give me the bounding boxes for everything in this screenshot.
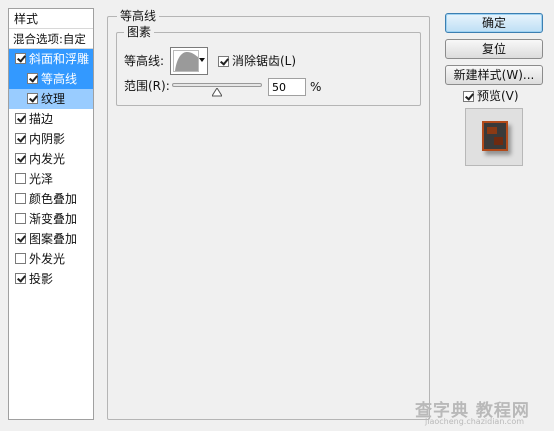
- anti-alias-option[interactable]: 消除锯齿(L): [218, 54, 296, 68]
- style-item-label: 颜色叠加: [29, 192, 78, 206]
- inner-shadow-checkbox[interactable]: [15, 133, 26, 144]
- watermark-url: jiaocheng.chazidian.com: [425, 417, 525, 426]
- stroke-checkbox[interactable]: [15, 113, 26, 124]
- watermark: 查字典 教程网 jiaocheng.chazidian.com: [415, 396, 551, 430]
- style-item-label: 描边: [29, 112, 54, 126]
- preview-option[interactable]: 预览(V): [463, 89, 519, 103]
- style-item-label: 斜面和浮雕: [29, 52, 90, 66]
- preview-swatch: [482, 121, 508, 151]
- contour-group-title: 等高线: [117, 9, 160, 23]
- style-item-label: 内阴影: [29, 132, 66, 146]
- contour-curve-icon: [175, 52, 198, 71]
- elements-group-title: 图素: [124, 25, 155, 39]
- anti-alias-checkbox[interactable]: [218, 56, 229, 67]
- style-item-label: 内发光: [29, 152, 66, 166]
- range-label: 范围(R):: [124, 79, 170, 93]
- blending-options-item[interactable]: 混合选项:自定: [9, 29, 93, 49]
- range-unit: %: [310, 80, 322, 94]
- style-item-contour[interactable]: 等高线: [9, 69, 93, 89]
- texture-checkbox[interactable]: [27, 93, 38, 104]
- style-item-pattern-overlay[interactable]: 图案叠加: [9, 229, 93, 249]
- chevron-down-icon: [199, 58, 205, 62]
- pattern-overlay-checkbox[interactable]: [15, 233, 26, 244]
- range-slider-handle[interactable]: [211, 86, 223, 97]
- style-item-color-overlay[interactable]: 颜色叠加: [9, 189, 93, 209]
- ok-button[interactable]: 确定: [445, 13, 543, 33]
- style-item-stroke[interactable]: 描边: [9, 109, 93, 129]
- style-item-bevel-emboss[interactable]: 斜面和浮雕: [9, 49, 93, 69]
- style-item-label: 图案叠加: [29, 232, 78, 246]
- gradient-overlay-checkbox[interactable]: [15, 213, 26, 224]
- styles-panel: 样式 混合选项:自定 斜面和浮雕 等高线 纹理 描边 内阴影 内发光 光泽 颜色…: [8, 8, 94, 420]
- preview-label: 预览(V): [477, 89, 519, 103]
- style-item-inner-glow[interactable]: 内发光: [9, 149, 93, 169]
- outer-glow-checkbox[interactable]: [15, 253, 26, 264]
- contour-curve-thumbnail: [173, 50, 199, 72]
- style-item-label: 渐变叠加: [29, 212, 78, 226]
- style-item-outer-glow[interactable]: 外发光: [9, 249, 93, 269]
- slider-triangle-icon: [211, 87, 223, 97]
- contour-label: 等高线:: [124, 54, 165, 68]
- style-item-drop-shadow[interactable]: 投影: [9, 269, 93, 289]
- layer-style-dialog: 样式 混合选项:自定 斜面和浮雕 等高线 纹理 描边 内阴影 内发光 光泽 颜色…: [0, 0, 554, 431]
- style-item-inner-shadow[interactable]: 内阴影: [9, 129, 93, 149]
- anti-alias-label: 消除锯齿(L): [232, 54, 297, 68]
- style-item-label: 外发光: [29, 252, 66, 266]
- style-item-label: 光泽: [29, 172, 54, 186]
- range-input[interactable]: [268, 78, 306, 96]
- preview-checkbox[interactable]: [463, 91, 474, 102]
- styles-panel-title: 样式: [9, 9, 93, 29]
- satin-checkbox[interactable]: [15, 173, 26, 184]
- contour-picker[interactable]: [170, 47, 208, 75]
- style-item-label: 纹理: [41, 92, 66, 106]
- color-overlay-checkbox[interactable]: [15, 193, 26, 204]
- style-item-label: 投影: [29, 272, 54, 286]
- bevel-emboss-checkbox[interactable]: [15, 53, 26, 64]
- style-item-gradient-overlay[interactable]: 渐变叠加: [9, 209, 93, 229]
- style-preview-thumbnail: [465, 108, 523, 166]
- inner-glow-checkbox[interactable]: [15, 153, 26, 164]
- drop-shadow-checkbox[interactable]: [15, 273, 26, 284]
- style-item-satin[interactable]: 光泽: [9, 169, 93, 189]
- new-style-button[interactable]: 新建样式(W)...: [445, 65, 543, 85]
- contour-checkbox[interactable]: [27, 73, 38, 84]
- reset-button[interactable]: 复位: [445, 39, 543, 59]
- style-item-texture[interactable]: 纹理: [9, 89, 93, 109]
- style-item-label: 等高线: [41, 72, 78, 86]
